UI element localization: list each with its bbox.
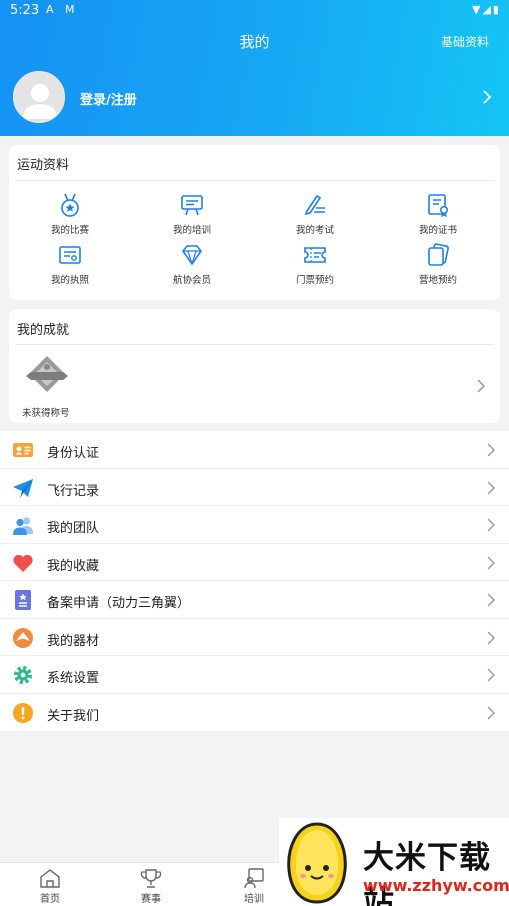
menu-item-my-team[interactable]: 我的团队 [0, 506, 509, 544]
menu-item-system-settings[interactable]: 系统设置 [0, 656, 509, 694]
grid-label: 航协会员 [172, 275, 211, 286]
chevron-right-icon [477, 379, 486, 393]
grid-label: 我的证书 [418, 225, 457, 236]
basic-info-link[interactable]: 基础资料 [441, 33, 489, 50]
menu-label: 我的团队 [47, 521, 100, 536]
status-time: 5:23 [10, 3, 40, 18]
grid-label: 门票预约 [295, 275, 334, 286]
heart-icon [13, 554, 33, 572]
menu-label: 备案申请（动力三角翼） [47, 596, 191, 611]
watermark-banner: 大米下载站 www.zzhyw.com [279, 818, 509, 906]
grid-item-my-exams[interactable]: 我的考试 [260, 192, 370, 236]
status-bar: 5:23 A M ▼◢▮ [0, 0, 509, 22]
achievement-card[interactable]: 我的成就 未获得称号 [9, 309, 500, 423]
sports-data-card: 运动资料 我的比赛 我的培训 我的考试 我的证书 我的执照 航协会员 门票预约 … [9, 145, 500, 300]
menu-label: 关于我们 [47, 708, 100, 724]
settings-menu: 身份认证 飞行记录 我的团队 我的收藏 备案申请（动力三角翼） 我的器材 系统设… [0, 431, 509, 731]
menu-item-favorites[interactable]: 我的收藏 [0, 544, 509, 581]
info-icon [13, 702, 33, 723]
chevron-right-icon [487, 593, 495, 607]
menu-label: 我的器材 [47, 633, 100, 649]
divider [15, 180, 494, 181]
divider [15, 344, 494, 345]
menu-label: 飞行记录 [47, 483, 100, 499]
certificate-icon [428, 194, 449, 218]
grid-item-ticket-booking[interactable]: 门票预约 [260, 242, 370, 286]
paper-plane-icon [13, 478, 33, 498]
avatar[interactable] [13, 71, 65, 123]
license-icon [59, 246, 81, 264]
chevron-right-icon [487, 518, 495, 532]
filing-icon [15, 590, 31, 610]
menu-label: 身份认证 [47, 446, 100, 461]
chevron-right-icon [487, 481, 495, 494]
medal-icon [61, 193, 79, 217]
title-badge-icon [26, 356, 68, 392]
trophy-icon [140, 869, 162, 888]
grid-item-my-certificates[interactable]: 我的证书 [383, 192, 493, 236]
grid-item-my-matches[interactable]: 我的比赛 [15, 192, 125, 236]
menu-item-filing-application[interactable]: 备案申请（动力三角翼） [0, 581, 509, 619]
gear-icon [14, 666, 32, 684]
profile-header: 5:23 A M ▼◢▮ 我的 基础资料 登录/注册 [0, 0, 509, 136]
menu-item-flight-records[interactable]: 飞行记录 [0, 469, 509, 506]
notification-icons: A M [46, 3, 79, 16]
page-title: 我的 [239, 33, 270, 51]
chevron-right-icon [487, 556, 495, 569]
camp-cards-icon [428, 243, 449, 266]
grid-label: 我的执照 [50, 275, 89, 286]
exam-pen-icon [304, 194, 325, 216]
login-register-link[interactable]: 登录/注册 [80, 89, 137, 108]
grid-item-camp-booking[interactable]: 营地预约 [383, 242, 493, 286]
menu-label: 系统设置 [47, 671, 100, 686]
chevron-right-icon [487, 631, 495, 644]
badge-label: 未获得称号 [22, 408, 70, 419]
tab-label: 赛事 [141, 894, 161, 905]
card-title: 运动资料 [17, 158, 70, 173]
chevron-right-icon [487, 706, 495, 719]
tab-events[interactable]: 赛事 [111, 867, 191, 905]
equipment-icon [13, 627, 33, 648]
menu-label: 我的收藏 [47, 558, 100, 574]
default-avatar-icon [14, 72, 64, 122]
diamond-icon [182, 245, 202, 266]
tab-home[interactable]: 首页 [10, 867, 90, 905]
ticket-icon [304, 247, 326, 263]
easel-icon [181, 195, 203, 216]
grid-item-my-license[interactable]: 我的执照 [15, 242, 125, 286]
grid-label: 我的培训 [172, 225, 211, 236]
grid-label: 营地预约 [418, 275, 457, 286]
grid-label: 我的比赛 [50, 225, 89, 236]
rice-mascot-logo [287, 822, 347, 904]
chevron-right-icon [487, 443, 495, 457]
id-card-icon [13, 443, 33, 457]
chevron-right-icon [487, 668, 495, 682]
grid-item-association-member[interactable]: 航协会员 [137, 242, 247, 286]
training-icon [244, 868, 264, 889]
chevron-right-icon[interactable] [479, 87, 495, 107]
home-icon [40, 869, 60, 888]
grid-item-my-training[interactable]: 我的培训 [137, 192, 247, 236]
menu-item-my-equipment[interactable]: 我的器材 [0, 619, 509, 656]
grid-label: 我的考试 [295, 225, 334, 236]
menu-item-identity-verification[interactable]: 身份认证 [0, 431, 509, 469]
menu-item-about-us[interactable]: 关于我们 [0, 694, 509, 732]
card-title: 我的成就 [17, 323, 70, 338]
tab-label: 首页 [40, 894, 60, 905]
signal-battery-icons: ▼◢▮ [472, 3, 501, 16]
watermark-url: www.zzhyw.com [363, 876, 509, 895]
team-icon [13, 517, 33, 535]
